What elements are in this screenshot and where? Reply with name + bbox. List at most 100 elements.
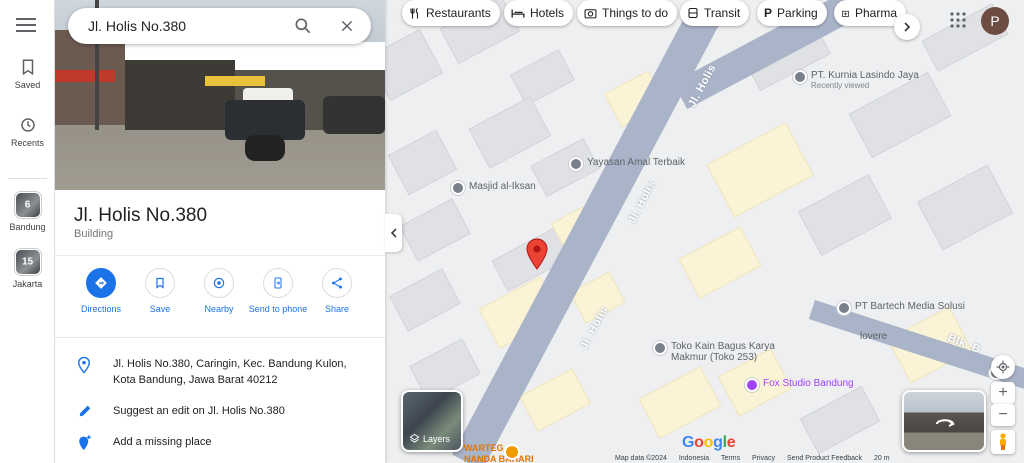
chip-label: Pharma: [854, 6, 897, 20]
camera-icon: [745, 378, 759, 392]
location-pin-icon[interactable]: [526, 238, 548, 270]
chip-parking[interactable]: P Parking: [757, 0, 827, 26]
search-box[interactable]: Jl. Holis No.380: [68, 8, 371, 44]
suggest-edit-text: Suggest an edit on Jl. Holis No.380: [113, 405, 285, 417]
place-category: Building: [74, 228, 114, 240]
action-bar: Directions Save Nearby Send to phone Sha…: [73, 266, 373, 336]
chip-hotels[interactable]: Hotels: [504, 0, 574, 26]
recent-place-count: 15: [21, 256, 34, 268]
recent-place-label: Bandung: [9, 222, 46, 232]
chip-things-to-do[interactable]: Things to do: [577, 0, 678, 26]
recent-place-jakarta[interactable]: 15 Jakarta: [0, 249, 55, 289]
poi-masjid[interactable]: Masjid al-Iksan: [451, 181, 536, 195]
apps-grid-icon[interactable]: [950, 12, 966, 28]
plus-icon: +: [998, 384, 1008, 401]
poi-toko-kain[interactable]: Toko Kain Bagus Karya Makmur (Toko 253): [653, 341, 775, 363]
divider: [55, 337, 385, 338]
pencil-icon: [79, 405, 91, 417]
chips-next-button[interactable]: [894, 14, 920, 40]
left-rail: Saved Recents 6 Bandung 15 Jakarta: [0, 0, 55, 463]
nearby-label: Nearby: [204, 304, 234, 314]
place-panel: Jl. Holis No.380 Building Directions Sav…: [55, 0, 385, 463]
divider: [55, 255, 385, 256]
poi-fox-studio[interactable]: Fox Studio Bandung: [745, 378, 854, 392]
share-button[interactable]: Share: [307, 266, 367, 314]
recent-place-bandung[interactable]: 6 Bandung: [0, 192, 55, 232]
directions-button[interactable]: Directions: [71, 266, 131, 314]
rail-divider: [8, 178, 47, 179]
history-icon: [20, 118, 35, 132]
chevron-right-icon: [904, 22, 911, 32]
scale-text[interactable]: 20 m: [874, 455, 890, 462]
address-text: Jl. Holis No.380, Caringin, Kec. Bandung…: [113, 358, 347, 386]
recent-place-count: 6: [24, 199, 31, 211]
terms-link[interactable]: Terms: [721, 455, 740, 462]
poi-yayasan[interactable]: Yayasan Amal Terbaik: [569, 157, 685, 171]
map-footer: Map data ©2024 Indonesia Terms Privacy S…: [615, 455, 900, 462]
layers-button[interactable]: Layers: [401, 390, 463, 452]
chip-label: Things to do: [602, 6, 669, 20]
poi-lovere[interactable]: lovere: [860, 331, 887, 342]
chip-label: Parking: [777, 6, 818, 20]
restaurant-icon[interactable]: [504, 444, 520, 460]
bus-icon: [688, 7, 698, 18]
camera-icon: [584, 9, 597, 19]
directions-label: Directions: [80, 304, 121, 314]
poi-label: PT Bartech Media Solusi: [855, 301, 965, 312]
layers-icon: [409, 433, 420, 443]
my-location-button[interactable]: [991, 355, 1015, 379]
nearby-button[interactable]: Nearby: [189, 266, 249, 314]
parking-icon: P: [764, 6, 773, 20]
bookmark-icon: [156, 277, 164, 289]
pegman-icon: [1000, 433, 1006, 450]
place-marker-icon: [653, 341, 667, 355]
chip-label: Restaurants: [426, 6, 491, 20]
send-to-phone-button[interactable]: Send to phone: [248, 266, 308, 314]
poi-label-line2: NANDA BAHARI: [464, 454, 534, 463]
send-to-phone-label: Send to phone: [248, 304, 308, 314]
saved-button[interactable]: Saved: [0, 58, 55, 90]
minus-icon: −: [998, 406, 1008, 423]
poi-label: PT. Kurnia Lasindo Jaya: [811, 70, 919, 81]
restaurant-icon: [410, 7, 419, 18]
chevron-left-icon: [390, 228, 397, 238]
google-logo: Google: [682, 434, 736, 451]
poi-warteg[interactable]: WARTEG NANDA BAHARI: [464, 443, 534, 463]
poi-sublabel: Recently viewed: [811, 81, 870, 90]
street-view-thumbnail[interactable]: [902, 390, 986, 452]
nearby-icon: [213, 277, 225, 289]
avatar[interactable]: P: [981, 7, 1009, 35]
recents-button[interactable]: Recents: [0, 116, 55, 148]
zoom-out-button[interactable]: −: [991, 404, 1015, 426]
poi-label-line2: Makmur (Toko 253): [671, 352, 758, 363]
poi-kurnia[interactable]: PT. Kurnia Lasindo Jaya Recently viewed: [793, 70, 919, 90]
menu-icon[interactable]: [14, 14, 38, 38]
poi-bartech[interactable]: PT Bartech Media Solusi: [837, 301, 965, 315]
share-label: Share: [324, 304, 350, 314]
search-input[interactable]: Jl. Holis No.380: [88, 18, 186, 34]
zoom-in-button[interactable]: +: [991, 382, 1015, 404]
privacy-link[interactable]: Privacy: [752, 455, 775, 462]
search-icon[interactable]: [293, 16, 313, 36]
add-place-text: Add a missing place: [113, 436, 212, 448]
layers-label: Layers: [423, 433, 451, 444]
phone-icon: [274, 277, 282, 289]
indonesia-link[interactable]: Indonesia: [679, 455, 709, 462]
save-button[interactable]: Save: [130, 266, 190, 314]
chip-restaurants[interactable]: Restaurants: [402, 0, 500, 26]
pegman-button[interactable]: [991, 430, 1015, 454]
pharmacy-icon: [842, 10, 849, 17]
add-location-icon: [79, 435, 91, 451]
feedback-link[interactable]: Send Product Feedback: [787, 455, 862, 462]
close-icon[interactable]: [339, 18, 355, 34]
map-data-text: Map data ©2024: [615, 455, 667, 462]
mosque-icon: [451, 181, 465, 195]
collapse-panel-button[interactable]: [385, 214, 402, 252]
recent-place-thumbnail: 6: [14, 192, 41, 218]
chip-transit[interactable]: Transit: [680, 0, 750, 26]
directions-icon: [95, 277, 107, 289]
poi-label: Yayasan Amal Terbaik: [587, 157, 686, 168]
recent-place-thumbnail: 15: [14, 249, 41, 275]
poi-label: Toko Kain Bagus Karya: [671, 341, 775, 352]
poi-label: Fox Studio Bandung: [763, 378, 854, 389]
